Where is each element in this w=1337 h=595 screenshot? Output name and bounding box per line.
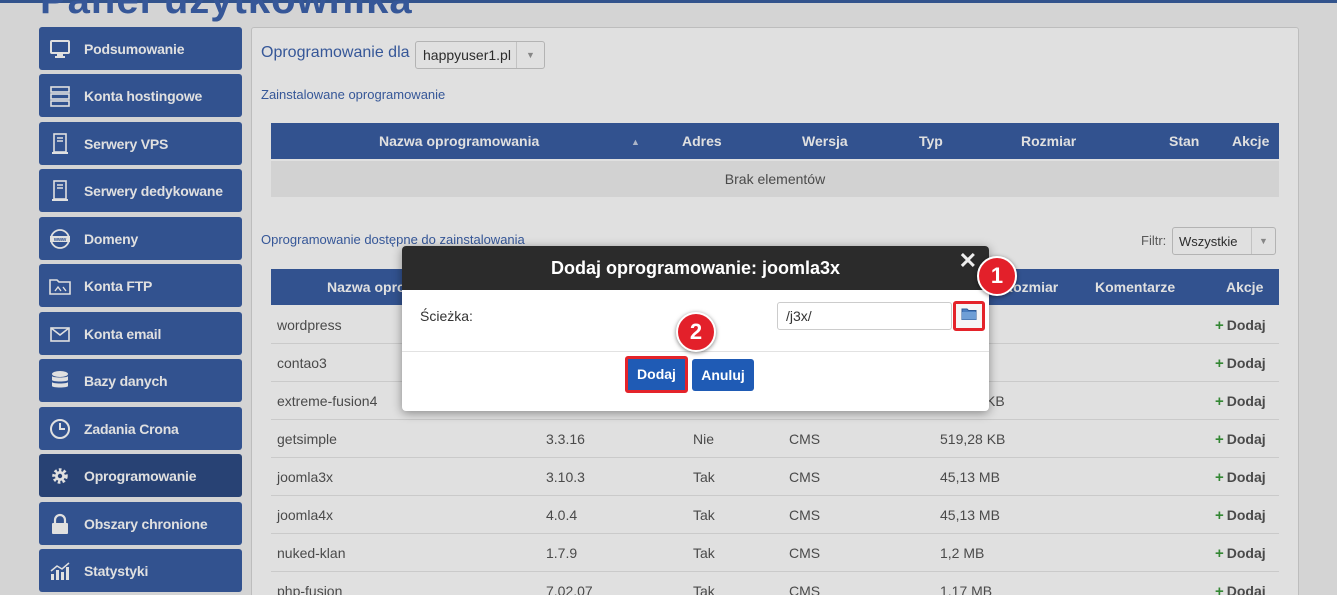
cancel-button[interactable]: Anuluj	[692, 359, 754, 391]
submit-button[interactable]: Dodaj	[625, 356, 688, 393]
annotation-badge-2: 2	[676, 312, 716, 352]
folder-icon	[961, 307, 977, 326]
annotation-badge-1: 1	[977, 256, 1017, 296]
path-label: Ścieżka:	[420, 308, 473, 324]
browse-folder-button[interactable]	[953, 301, 985, 331]
dialog-title: Dodaj oprogramowanie: joomla3x	[402, 246, 989, 290]
path-input[interactable]: /j3x/	[777, 302, 952, 330]
close-icon[interactable]: ✕	[959, 248, 977, 274]
